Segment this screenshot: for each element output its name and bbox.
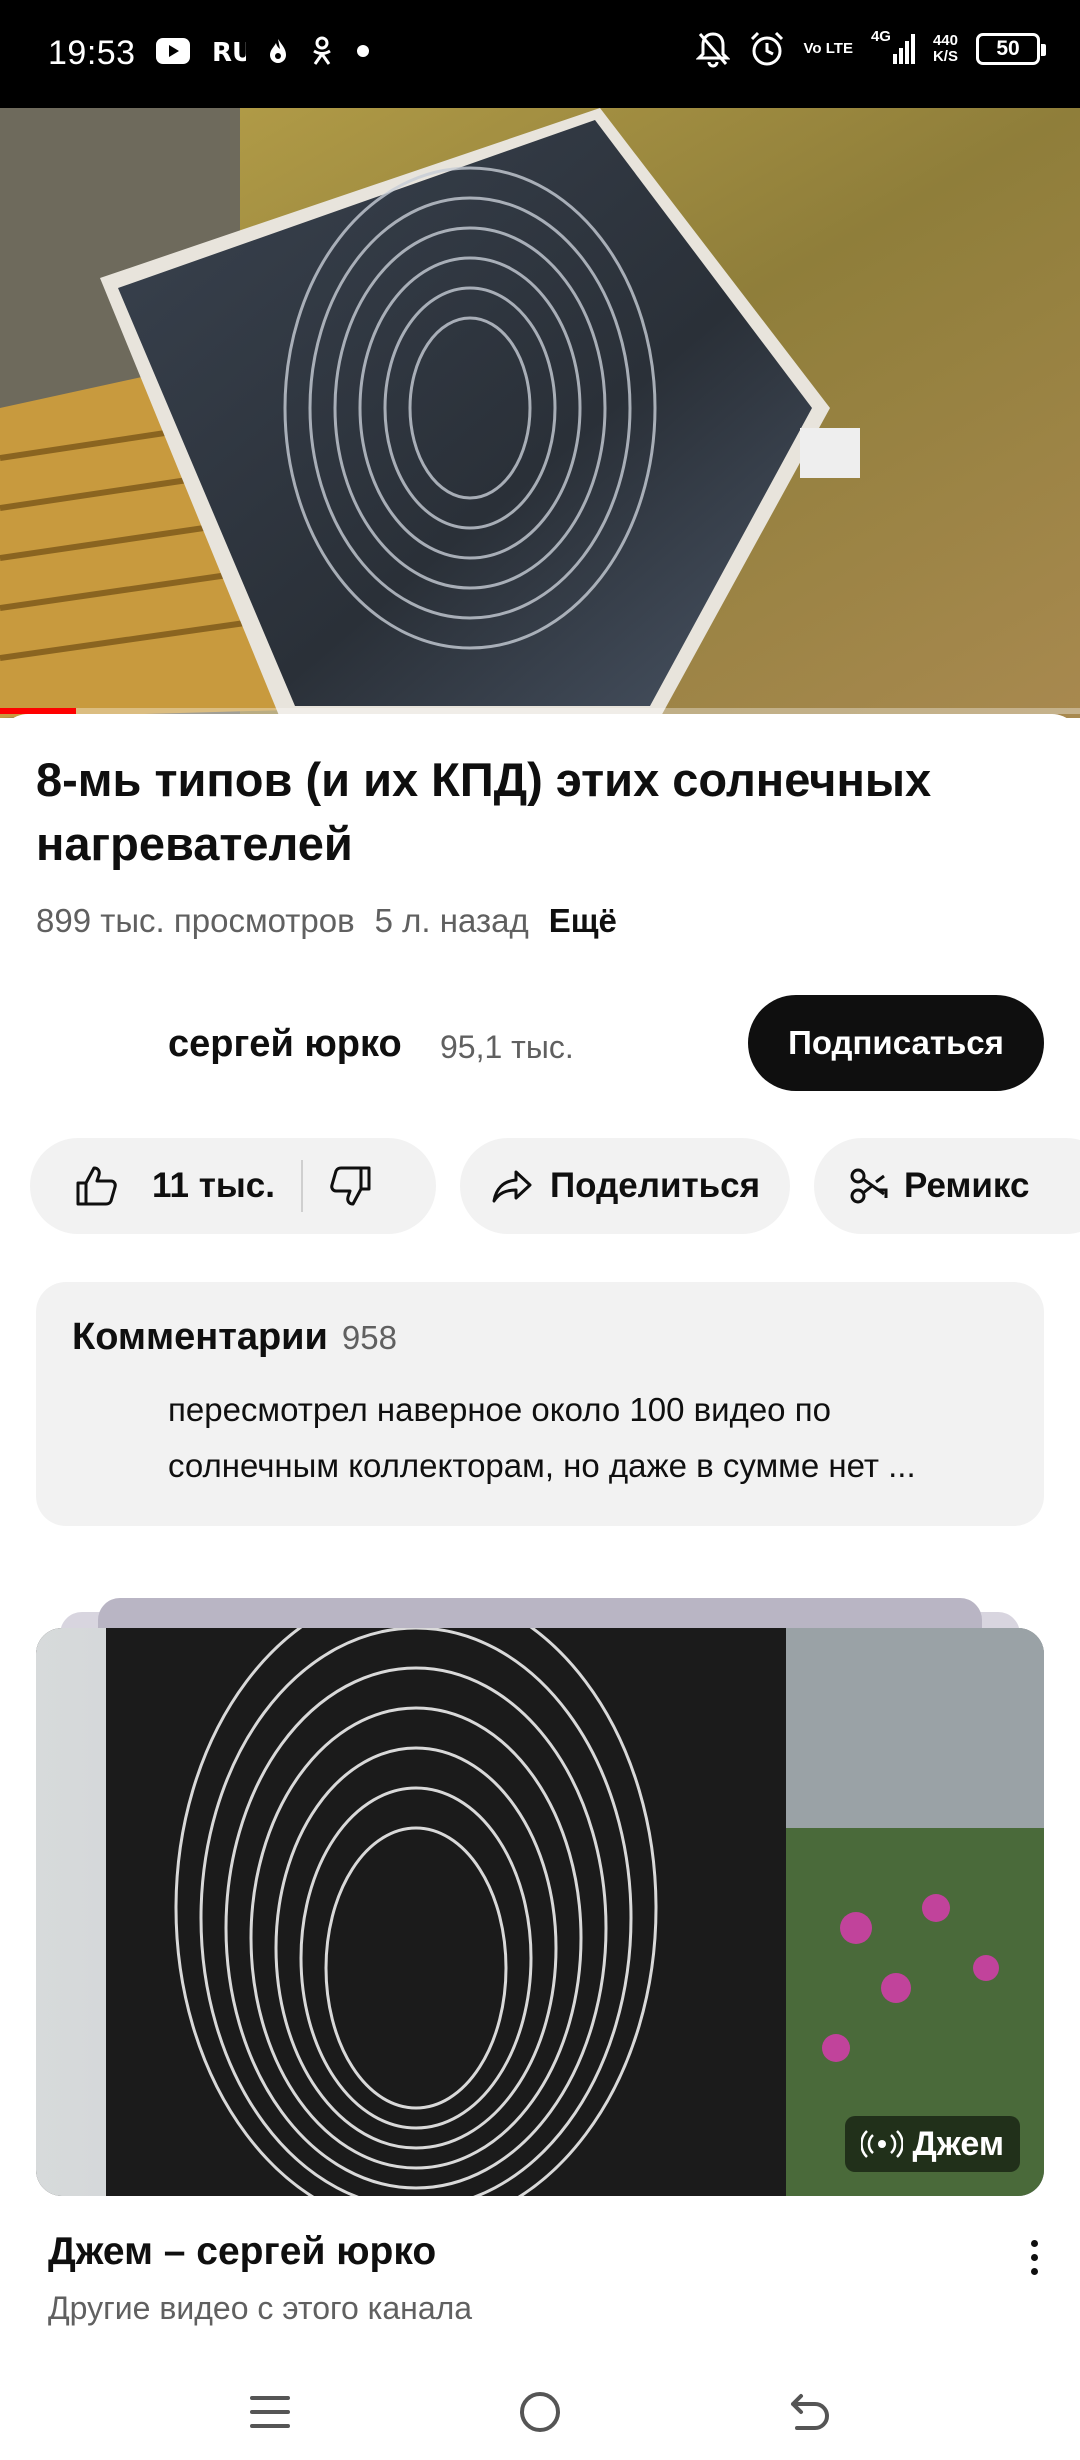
volte-label: Vo LTE <box>803 40 853 57</box>
share-icon <box>492 1170 532 1203</box>
alarm-icon <box>748 30 786 68</box>
upload-age: 5 л. назад <box>374 902 529 939</box>
jam-thumbnail-image <box>36 1628 1044 2196</box>
like-dislike-pill: 11 тыс. <box>30 1138 436 1234</box>
share-button[interactable]: Поделиться <box>460 1138 790 1234</box>
system-status-icons: Vo LTE 4G 440 K/S 50 <box>695 28 1046 68</box>
home-button[interactable] <box>510 2382 570 2442</box>
dot-icon <box>356 44 370 58</box>
channel-avatar[interactable] <box>36 1009 116 1089</box>
back-icon <box>791 2394 829 2430</box>
top-comment-line-2: солнечным коллекторам, но даже в сумме н… <box>168 1447 916 1484</box>
volte-icon: Vo LTE <box>804 41 853 57</box>
comments-section[interactable]: Комментарии 958 пересмотрел наверное око… <box>36 1282 1044 1526</box>
menu-icon <box>250 2396 290 2428</box>
share-label: Поделиться <box>550 1166 761 1205</box>
commenter-avatar <box>72 1386 132 1446</box>
remix-icon <box>850 1168 888 1204</box>
comments-header: Комментарии 958 <box>72 1316 397 1359</box>
thumbs-up-icon <box>76 1166 117 1206</box>
status-time: 19:53 <box>48 34 136 72</box>
jam-badge-label: Джем <box>912 2124 1005 2163</box>
ru-app-icon: RU <box>212 37 246 65</box>
svg-text:RU: RU <box>212 38 246 65</box>
system-nav-bar <box>0 2364 1080 2460</box>
jam-badge: Джем <box>844 2116 1020 2172</box>
back-button[interactable] <box>780 2382 840 2442</box>
top-comment-text: пересмотрел наверное около 100 видео по … <box>168 1382 1008 1494</box>
dislike-button[interactable] <box>329 1164 373 1208</box>
battery-level: 50 <box>996 37 1020 60</box>
ok-icon <box>310 36 334 66</box>
remix-button[interactable]: Ремикс <box>814 1138 1080 1234</box>
comments-title: Комментарии <box>72 1316 328 1358</box>
live-broadcast-icon <box>860 2130 903 2158</box>
battery-icon: 50 <box>976 33 1046 65</box>
subscribe-button[interactable]: Подписаться <box>748 995 1044 1091</box>
fire-app-icon <box>268 37 288 65</box>
video-player[interactable] <box>0 108 1080 718</box>
like-count: 11 тыс. <box>152 1166 275 1205</box>
net-speed: 440 K/S <box>933 33 958 65</box>
video-frame-image <box>0 108 1080 718</box>
recents-button[interactable] <box>240 2382 300 2442</box>
subscriber-count: 95,1 тыс. <box>440 1029 574 1065</box>
network-type-label: 4G <box>870 28 891 45</box>
status-bar: 19:53 RU Vo LTE 4G 440 K/S 50 <box>0 0 1080 108</box>
jam-subtitle: Другие видео с этого канала <box>48 2290 473 2326</box>
youtube-icon <box>156 38 190 64</box>
thumbs-down-icon <box>330 1166 371 1206</box>
more-button[interactable]: Ещё <box>549 902 617 940</box>
mute-notifications-icon <box>695 30 730 68</box>
view-count: 899 тыс. просмотров <box>36 902 355 939</box>
more-options-icon[interactable] <box>1014 2232 1054 2282</box>
channel-name[interactable]: сергей юрко <box>168 1023 402 1066</box>
top-comment-line-1: пересмотрел наверное около 100 видео по <box>168 1391 831 1428</box>
like-divider <box>300 1160 303 1212</box>
net-speed-value: 440 <box>932 32 958 49</box>
video-meta[interactable]: 899 тыс. просмотров 5 л. назад Ещё <box>36 902 617 940</box>
channel-row[interactable]: сергей юрко 95,1 тыс. Подписаться <box>36 995 1044 1091</box>
card-stack-middle <box>98 1598 982 1628</box>
jam-thumbnail[interactable]: Джем <box>36 1628 1044 2196</box>
action-bar: 11 тыс. Поделиться Ремикс <box>30 1138 1080 1234</box>
remix-label: Ремикс <box>904 1166 1030 1205</box>
jam-title[interactable]: Джем – сергей юрко <box>48 2230 436 2274</box>
like-button[interactable]: 11 тыс. <box>74 1164 275 1208</box>
net-speed-unit: K/S <box>932 48 958 65</box>
video-title[interactable]: 8-мь типов (и их КПД) этих солнечных наг… <box>36 748 1046 876</box>
signal-icon: 4G <box>871 28 915 66</box>
home-circle-icon <box>520 2392 560 2432</box>
notification-icons: RU <box>156 36 370 66</box>
comments-count: 958 <box>341 1319 397 1356</box>
